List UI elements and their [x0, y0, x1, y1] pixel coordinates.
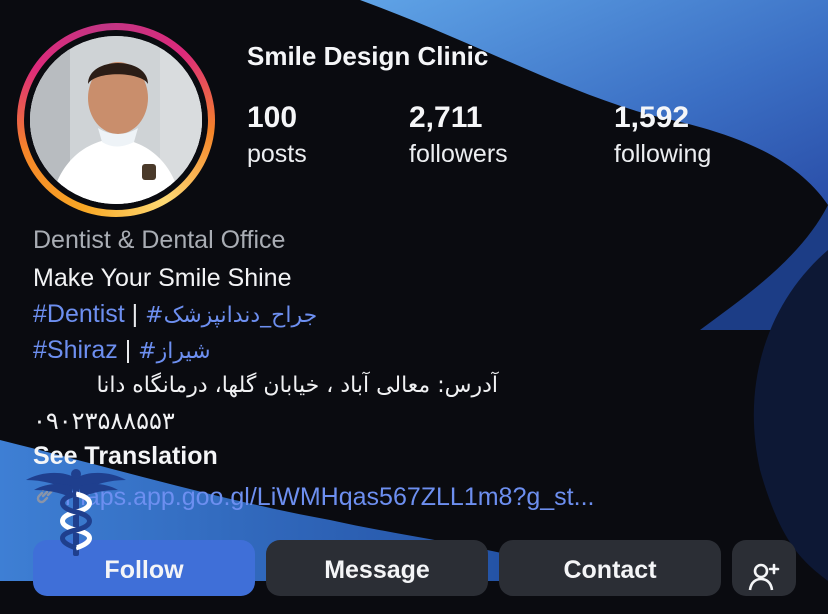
- profile-category: Dentist & Dental Office: [33, 226, 286, 254]
- profile-name: Smile Design Clinic: [247, 41, 489, 71]
- bio-hashtags-line: #Dentist | #جراح_دندانپزشک: [33, 298, 317, 332]
- hashtag-link[interactable]: #جراح_دندانپزشک: [145, 303, 317, 328]
- separator: |: [124, 336, 132, 364]
- following-count: 1,592: [614, 101, 690, 134]
- hashtag-link[interactable]: #شیراز: [138, 339, 210, 364]
- posts-label: posts: [247, 140, 307, 168]
- posts-count: 100: [247, 101, 298, 134]
- followers-stat[interactable]: 2,711 followers: [409, 100, 508, 172]
- avatar[interactable]: [30, 36, 202, 204]
- hashtag-link[interactable]: #Shiraz: [33, 336, 118, 364]
- posts-stat[interactable]: 100 posts: [247, 100, 307, 172]
- bio-hashtags-line: #Shiraz | #شیراز: [33, 334, 211, 368]
- see-translation-link[interactable]: See Translation: [33, 442, 218, 471]
- separator: |: [131, 300, 139, 328]
- followers-label: followers: [409, 140, 508, 168]
- bio-line: Make Your Smile Shine: [33, 264, 292, 292]
- hashtag-link[interactable]: #Dentist: [33, 300, 125, 328]
- caduceus-icon: [24, 468, 128, 563]
- add-person-icon: [748, 554, 780, 614]
- bio-phone: ۰۹۰۲۳۵۸۸۵۵۳: [33, 407, 175, 435]
- contact-button[interactable]: Contact: [499, 540, 721, 596]
- bio-address: آدرس: معالی آباد ، خیابان گلها، درمانگاه…: [96, 373, 499, 398]
- following-stat[interactable]: 1,592 following: [614, 100, 711, 172]
- following-label: following: [614, 140, 712, 168]
- followers-count: 2,711: [409, 101, 483, 134]
- profile-avatar-ring[interactable]: [17, 23, 215, 217]
- message-button[interactable]: Message: [266, 540, 488, 596]
- add-person-button[interactable]: [732, 540, 796, 596]
- website-link-text: maps.app.goo.gl/LiWMHqas567ZLL1m8?g_st..…: [65, 483, 595, 511]
